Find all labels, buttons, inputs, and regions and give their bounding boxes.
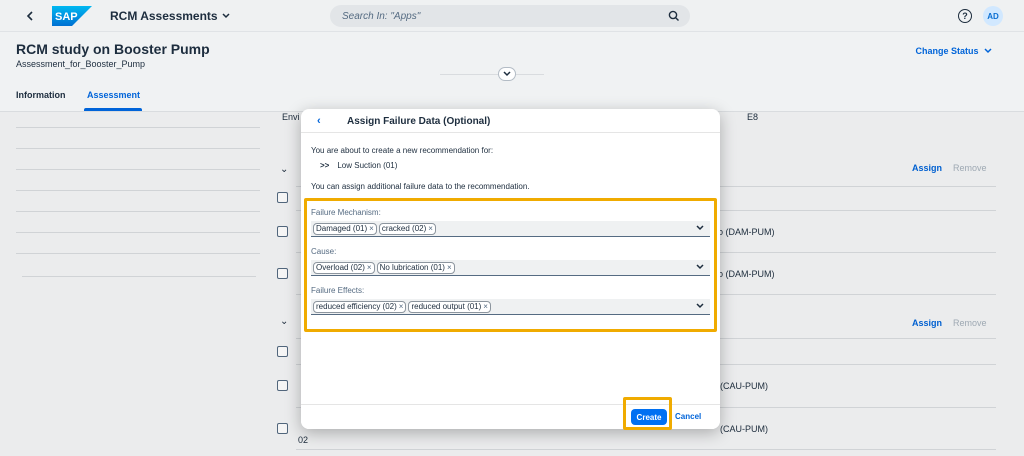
- double-chevron-right-icon: >>: [320, 161, 330, 170]
- tab-information[interactable]: Information: [16, 90, 66, 100]
- dialog-title: Assign Failure Data (Optional): [347, 116, 491, 127]
- change-status-label: Change Status: [915, 46, 979, 56]
- search-field[interactable]: [330, 5, 690, 27]
- collapse-header-button[interactable]: [498, 67, 516, 81]
- fields-highlight-frame: [304, 198, 717, 332]
- help-icon[interactable]: ?: [958, 9, 972, 23]
- dialog-header: ‹ Assign Failure Data (Optional): [301, 109, 720, 133]
- page-subtitle: Assessment_for_Booster_Pump: [16, 59, 146, 69]
- sap-logo: SAP: [52, 6, 92, 26]
- dialog-intro: You are about to create a new recommenda…: [311, 146, 494, 155]
- cancel-button[interactable]: Cancel: [675, 412, 701, 421]
- chevron-down-icon: [503, 71, 511, 77]
- chevron-down-icon: [222, 13, 230, 19]
- object-page-header: RCM study on Booster Pump Assessment_for…: [0, 32, 1024, 112]
- page-title: RCM study on Booster Pump: [16, 41, 210, 57]
- shell-bar: SAP RCM Assessments ? AD: [0, 0, 1024, 32]
- back-icon[interactable]: [22, 8, 38, 24]
- divider: [440, 74, 498, 75]
- svg-text:SAP: SAP: [55, 11, 78, 23]
- chevron-down-icon: [984, 48, 992, 54]
- tab-selection-indicator: [84, 108, 142, 111]
- divider: [516, 74, 544, 75]
- change-status-button[interactable]: Change Status: [915, 46, 992, 56]
- search-input[interactable]: [342, 10, 652, 22]
- tab-assessment[interactable]: Assessment: [87, 90, 140, 100]
- avatar[interactable]: AD: [983, 6, 1003, 26]
- recommendation-item: >> Low Suction (01): [320, 161, 397, 170]
- app-title: RCM Assessments: [110, 9, 218, 23]
- create-highlight-frame: [623, 397, 672, 430]
- back-icon[interactable]: ‹: [317, 115, 321, 127]
- dialog-hint: You can assign additional failure data t…: [311, 182, 530, 191]
- search-icon[interactable]: [668, 9, 680, 27]
- app-title-menu[interactable]: RCM Assessments: [110, 9, 230, 23]
- recommendation-name: Low Suction (01): [337, 161, 398, 170]
